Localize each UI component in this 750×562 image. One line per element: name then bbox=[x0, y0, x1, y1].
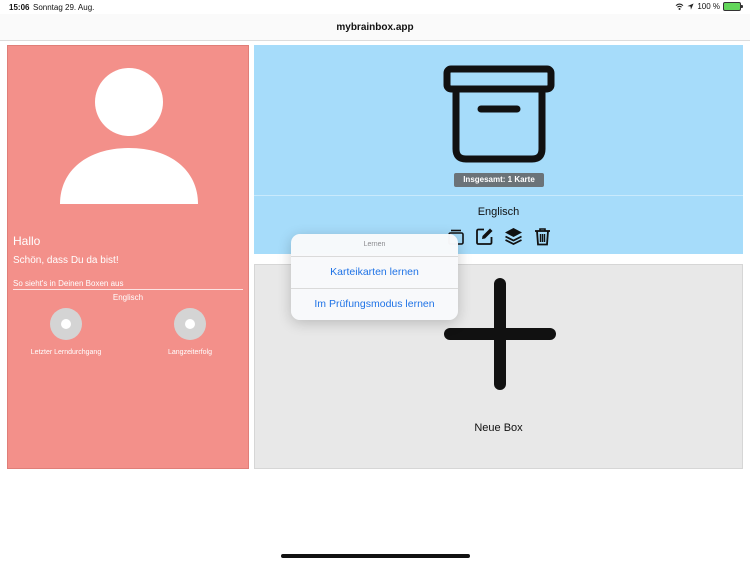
card-count-badge: Insgesamt: 1 Karte bbox=[454, 173, 544, 187]
divider bbox=[254, 195, 743, 196]
status-time: 15:06 bbox=[9, 3, 30, 12]
browser-bar: mybrainbox.app bbox=[0, 14, 750, 41]
language-label: Englisch bbox=[112, 293, 144, 302]
stat-last-session[interactable]: Letzter Lerndurchgang bbox=[21, 308, 111, 356]
exam-mode-option[interactable]: Im Prüfungsmodus lernen bbox=[291, 288, 458, 320]
box-card-englisch[interactable]: Insgesamt: 1 Karte Englisch bbox=[254, 45, 743, 254]
wifi-icon bbox=[675, 3, 684, 10]
progress-ring-icon bbox=[50, 308, 82, 340]
user-avatar-icon bbox=[60, 68, 198, 204]
location-arrow-icon bbox=[687, 3, 694, 10]
popover-title: Lernen bbox=[363, 241, 386, 248]
box-actions bbox=[446, 227, 552, 246]
progress-ring-icon bbox=[174, 308, 206, 340]
trash-icon[interactable] bbox=[533, 227, 552, 246]
stat-label: Letzter Lerndurchgang bbox=[30, 349, 102, 356]
stat-long-term[interactable]: Langzeiterfolg bbox=[145, 308, 235, 356]
greeting: Hallo bbox=[13, 234, 41, 248]
plus-icon bbox=[444, 278, 556, 390]
box-name: Englisch bbox=[477, 206, 520, 218]
url-label[interactable]: mybrainbox.app bbox=[0, 22, 750, 33]
profile-panel: Hallo Schön, dass Du da bist! So sieht's… bbox=[7, 45, 249, 469]
greeting-subtitle: Schön, dass Du da bist! bbox=[13, 255, 119, 266]
stat-label: Langzeiterfolg bbox=[168, 349, 212, 356]
divider bbox=[13, 289, 243, 290]
status-indicators: 100 % bbox=[675, 2, 743, 11]
boxes-heading: So sieht's in Deinen Boxen aus bbox=[13, 279, 124, 288]
status-date: Sonntag 29. Aug. bbox=[33, 3, 95, 12]
new-box-label: Neue Box bbox=[474, 422, 523, 434]
archive-box-icon bbox=[443, 65, 555, 163]
edit-icon[interactable] bbox=[475, 227, 494, 246]
home-indicator[interactable] bbox=[281, 554, 470, 558]
battery-percent: 100 % bbox=[697, 2, 720, 11]
status-bar: 15:06 Sonntag 29. Aug. 100 % bbox=[0, 0, 750, 14]
learn-flashcards-option[interactable]: Karteikarten lernen bbox=[291, 256, 458, 288]
learn-popover: Lernen Karteikarten lernen Im Prüfungsmo… bbox=[291, 234, 458, 320]
layers-icon[interactable] bbox=[504, 227, 523, 246]
battery-icon bbox=[723, 2, 743, 11]
